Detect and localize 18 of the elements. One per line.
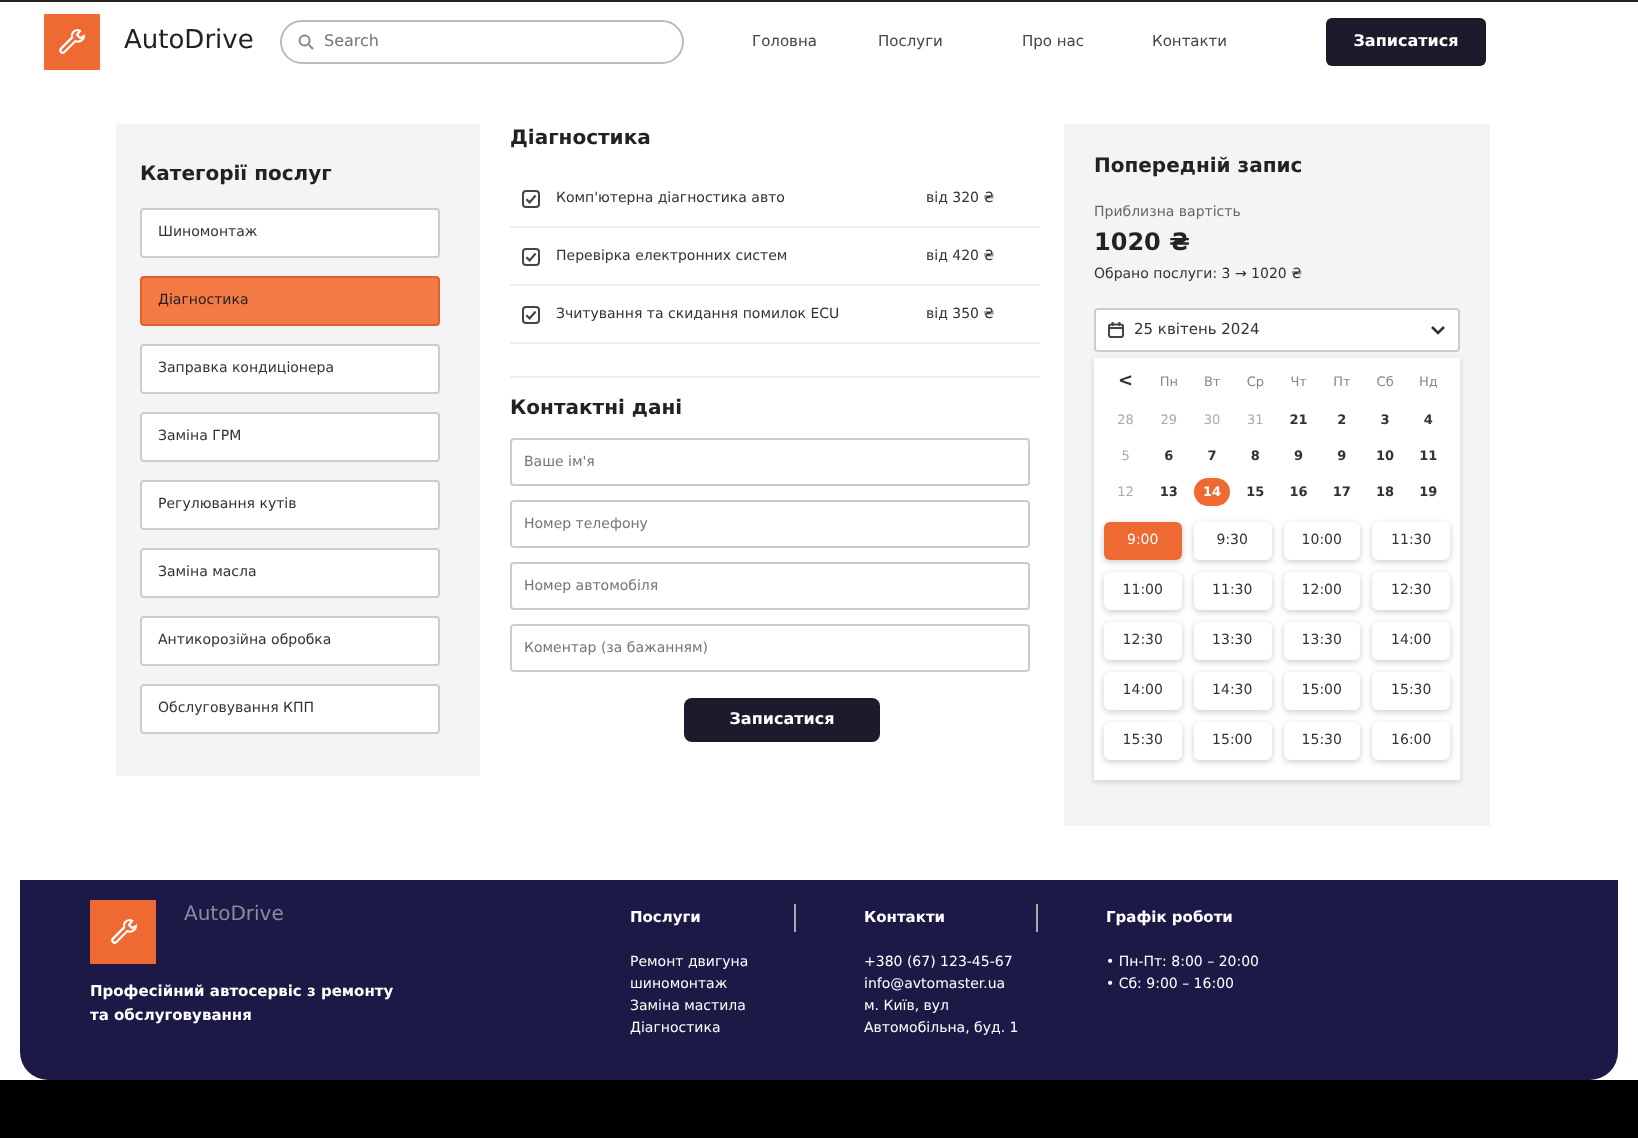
brand-name: AutoDrive (124, 23, 256, 60)
submit-button[interactable]: Записатися (684, 698, 880, 742)
signup-button[interactable]: Записатися (1326, 17, 1486, 65)
checkbox[interactable] (522, 189, 540, 207)
brand-name: AutoDrive (184, 902, 284, 930)
chevron-down-icon (1430, 324, 1446, 336)
search-field[interactable]: Search (280, 19, 684, 63)
previous-month-button[interactable]: < (1104, 370, 1148, 397)
summary-title: Попередній запис (1094, 154, 1305, 182)
checkbox[interactable] (522, 305, 540, 323)
cost-value: 1020 ₴ (1094, 225, 1192, 259)
section-title: Категорії послуг (140, 162, 334, 190)
checkbox[interactable] (522, 247, 540, 265)
logo-icon[interactable] (90, 900, 156, 964)
section-title: Діагностика (510, 126, 653, 154)
section-title: Контактні дані (510, 396, 685, 424)
logo-icon[interactable] (44, 13, 100, 69)
calendar-icon (1108, 322, 1124, 338)
